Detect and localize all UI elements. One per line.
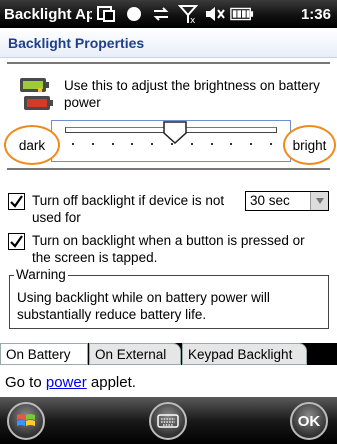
timeout-dropdown[interactable]: 30 sec [245, 191, 329, 211]
volume-mute-icon[interactable] [203, 3, 227, 25]
slider-thumb[interactable] [162, 121, 188, 145]
tab-on-battery[interactable]: On Battery [0, 343, 88, 365]
footer-text: Go to power applet. [5, 374, 136, 391]
warning-legend: Warning [14, 267, 68, 282]
ok-label: OK [297, 412, 321, 430]
app-title: Backlight Applet [4, 5, 92, 23]
slider-tick [111, 143, 114, 145]
no-signal-icon[interactable]: x [176, 3, 200, 25]
brightness-slider[interactable] [51, 120, 291, 162]
start-button[interactable] [7, 402, 45, 440]
slider-min-label: dark [4, 125, 60, 165]
divider [7, 62, 330, 64]
battery-icon[interactable] [230, 3, 254, 25]
tab-keypad-backlight[interactable]: Keypad Backlight [182, 343, 307, 365]
slider-tick [171, 143, 173, 145]
windows-logo-icon [17, 414, 35, 426]
bright-label: bright [292, 137, 327, 153]
windows-icon[interactable] [95, 3, 119, 25]
keyboard-icon [157, 414, 179, 428]
slider-tick [91, 143, 94, 145]
turn-off-label: Turn off backlight if device is not used… [32, 193, 225, 225]
warning-text: Using backlight while on battery power w… [17, 290, 270, 322]
timeout-value: 30 sec [250, 193, 290, 208]
chevron-down-icon[interactable] [310, 192, 328, 210]
slider-tick [210, 143, 213, 145]
slider-tick [190, 143, 193, 145]
intro-text: Use this to adjust the brightness on bat… [64, 78, 320, 110]
tab-label: Keypad Backlight [188, 347, 293, 362]
divider [7, 168, 330, 170]
slider-tick [72, 143, 74, 145]
power-link[interactable]: power [46, 374, 87, 391]
slider-tick [131, 143, 134, 145]
dark-label: dark [18, 137, 46, 153]
footer-suffix: applet. [86, 374, 136, 391]
turn-off-checkbox[interactable] [8, 193, 25, 210]
title-bar: Backlight Applet x 1:36 [0, 0, 337, 28]
page-title: Backlight Properties [8, 35, 145, 51]
tab-label: On External [95, 347, 167, 362]
sync-icon[interactable] [149, 3, 173, 25]
turn-on-checkbox[interactable] [8, 233, 25, 250]
svg-text:x: x [190, 16, 196, 24]
clock[interactable]: 1:36 [301, 6, 337, 23]
tab-on-external[interactable]: On External [89, 343, 181, 365]
tab-bar: On Battery On External Keypad Backlight [0, 343, 337, 365]
slider-tick [270, 143, 272, 145]
keyboard-button[interactable] [149, 402, 187, 440]
bullet-icon[interactable] [122, 3, 146, 25]
slider-max-label: bright [283, 125, 336, 165]
turn-on-label: Turn on backlight when a button is press… [32, 233, 305, 265]
tab-label: On Battery [6, 347, 71, 362]
footer-prefix: Go to [5, 374, 46, 391]
slider-tick [250, 143, 253, 145]
softkey-bar: OK [0, 397, 337, 444]
slider-tick [230, 143, 233, 145]
page-header: Backlight Properties [0, 28, 337, 58]
slider-tick [151, 143, 154, 145]
battery-power-icon [16, 76, 56, 114]
ok-button[interactable]: OK [290, 402, 328, 440]
